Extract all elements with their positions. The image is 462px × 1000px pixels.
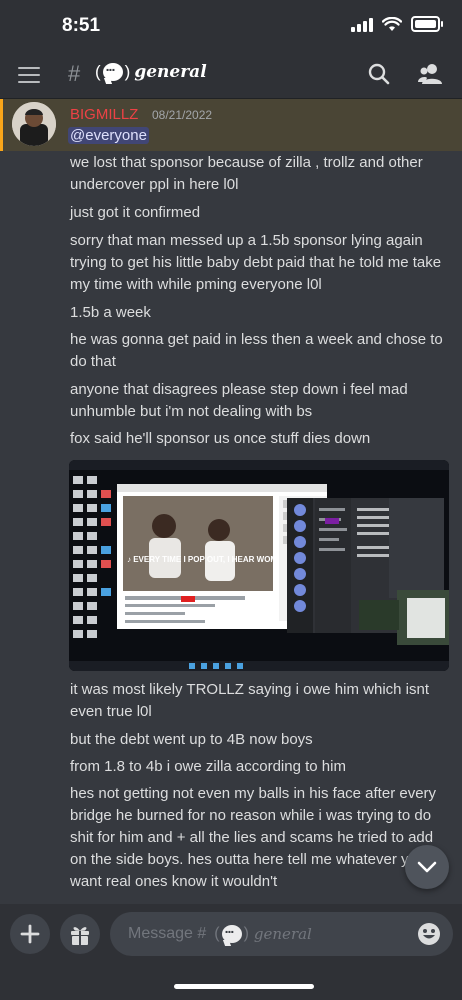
channel-hash-icon: # [68, 61, 81, 86]
signal-icon [351, 16, 373, 32]
message-text: sorry that man messed up a 1.5b sponsor … [70, 232, 442, 293]
placeholder-channel: general [253, 925, 312, 943]
message-text: it was most likely TROLLZ saying i owe h… [70, 681, 430, 720]
message-input[interactable]: Message # ( ) general [110, 912, 453, 956]
battery-icon [411, 16, 443, 32]
message-text: fox said he'll sponsor us once stuff die… [70, 430, 371, 447]
channel-header: # ( ) general [0, 52, 462, 99]
message-text: just got it confirmed [70, 204, 201, 221]
message-placeholder: Message # ( ) general [128, 920, 312, 943]
chat-bubble-icon [102, 58, 123, 81]
message-text: 1.5b a week [70, 304, 151, 321]
menu-icon[interactable] [18, 66, 40, 84]
message-text: from 1.8 to 4b i owe zilla according to … [70, 758, 346, 775]
gift-icon [71, 927, 89, 945]
status-icons [351, 16, 443, 32]
status-bar: 8:51 [0, 0, 462, 52]
status-time: 8:51 [62, 15, 101, 36]
channel-name: general [134, 62, 207, 82]
composer-bar: Message # ( ) general [0, 904, 462, 1000]
home-indicator [174, 984, 314, 989]
chat-bubble-icon [221, 920, 242, 943]
message-text: hes not getting not even my balls in his… [70, 785, 437, 890]
scroll-down-button[interactable] [405, 845, 449, 889]
plus-icon [20, 924, 40, 944]
channel-bracket: ( [95, 62, 101, 81]
placeholder-bracket: ( [214, 925, 220, 942]
message-text: he was gonna get paid in less then a wee… [70, 331, 443, 370]
wifi-icon [382, 16, 402, 31]
add-attachment-button[interactable] [10, 914, 50, 954]
timestamp: 08/21/2022 [152, 108, 213, 122]
emoji-icon[interactable] [417, 922, 441, 946]
members-icon[interactable] [418, 63, 442, 85]
avatar[interactable] [12, 102, 56, 146]
message-list[interactable]: BIGMILLZ 08/21/2022 @everyone we lost th… [0, 99, 462, 904]
chevron-down-icon [417, 861, 437, 873]
image-attachment[interactable]: ♪ EVERY TIME I POP OUT, I HEAR WOMEN SCR… [69, 460, 449, 671]
gift-button[interactable] [60, 914, 100, 954]
message-text: anyone that disagrees please step down i… [70, 381, 408, 420]
search-icon[interactable] [368, 63, 390, 85]
everyone-mention[interactable]: @everyone [68, 127, 149, 144]
channel-title: ( ) general [95, 58, 207, 82]
placeholder-prefix: Message # [128, 925, 207, 942]
username[interactable]: BIGMILLZ [70, 106, 138, 123]
message-text: but the debt went up to 4B now boys [70, 731, 313, 748]
message-text: we lost that sponsor because of zilla , … [70, 154, 423, 193]
